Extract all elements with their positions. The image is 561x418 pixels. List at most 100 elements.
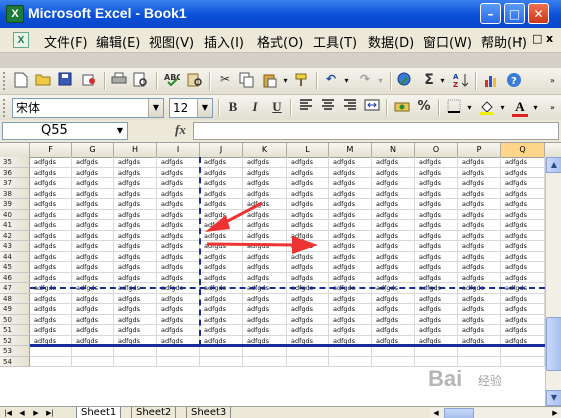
cell-g37[interactable]: adfgds xyxy=(72,178,114,189)
cell-l42[interactable]: adfgds xyxy=(287,230,329,241)
cell-l38[interactable]: adfgds xyxy=(287,188,329,199)
vertical-scrollbar[interactable]: ▲ ▼ xyxy=(545,157,561,406)
excel-icon[interactable]: X xyxy=(6,5,24,23)
cell-i43[interactable]: adfgds xyxy=(157,241,200,252)
cell-i41[interactable]: adfgds xyxy=(157,220,200,231)
open-icon[interactable] xyxy=(34,72,52,90)
cell-f38[interactable]: adfgds xyxy=(30,188,72,199)
cell-i35[interactable]: adfgds xyxy=(157,157,200,168)
cell-h37[interactable]: adfgds xyxy=(114,178,157,189)
scroll-up-icon[interactable]: ▲ xyxy=(546,157,561,173)
cell-g48[interactable]: adfgds xyxy=(72,293,114,304)
cell-p42[interactable]: adfgds xyxy=(458,230,501,241)
cell-l49[interactable]: adfgds xyxy=(287,304,329,315)
cell-l44[interactable]: adfgds xyxy=(287,251,329,262)
undo-icon[interactable]: ↶ xyxy=(322,72,340,90)
cell-j50[interactable]: adfgds xyxy=(200,314,243,325)
cell-j48[interactable]: adfgds xyxy=(200,293,243,304)
font-size-combo[interactable]: 12 ▼ xyxy=(169,98,213,118)
sheet-tab-3[interactable]: Sheet3 xyxy=(186,407,232,418)
vertical-scroll-thumb[interactable] xyxy=(546,317,561,371)
horizontal-scrollbar[interactable]: ◀ ▶ xyxy=(430,408,561,418)
cell-m43[interactable]: adfgds xyxy=(329,241,372,252)
cell-h48[interactable]: adfgds xyxy=(114,293,157,304)
cell-j39[interactable]: adfgds xyxy=(200,199,243,210)
cell-g46[interactable]: adfgds xyxy=(72,272,114,283)
undo-dropdown-icon[interactable]: ▾ xyxy=(342,72,351,90)
cell-h39[interactable]: adfgds xyxy=(114,199,157,210)
cell-g41[interactable]: adfgds xyxy=(72,220,114,231)
first-sheet-icon[interactable]: |◀ xyxy=(2,407,14,418)
cell-n42[interactable]: adfgds xyxy=(372,230,415,241)
cell-m41[interactable]: adfgds xyxy=(329,220,372,231)
cell-n44[interactable]: adfgds xyxy=(372,251,415,262)
column-header-i[interactable]: I xyxy=(157,143,200,157)
cell-n40[interactable]: adfgds xyxy=(372,209,415,220)
cell-g40[interactable]: adfgds xyxy=(72,209,114,220)
cell-k48[interactable]: adfgds xyxy=(243,293,287,304)
cell-g51[interactable]: adfgds xyxy=(72,325,114,336)
toolbar-grip[interactable] xyxy=(3,72,8,90)
toolbar-options-icon[interactable]: » xyxy=(548,72,557,90)
cell-o51[interactable]: adfgds xyxy=(415,325,458,336)
cell-o50[interactable]: adfgds xyxy=(415,314,458,325)
cell-m45[interactable]: adfgds xyxy=(329,262,372,273)
row-header-44[interactable]: 44 xyxy=(0,251,30,262)
cell-j43[interactable]: adfgds xyxy=(200,241,243,252)
cell-i42[interactable]: adfgds xyxy=(157,230,200,241)
cell-i48[interactable]: adfgds xyxy=(157,293,200,304)
cell-h40[interactable]: adfgds xyxy=(114,209,157,220)
cell-n46[interactable]: adfgds xyxy=(372,272,415,283)
row-header-39[interactable]: 39 xyxy=(0,199,30,210)
cell-q35[interactable]: adfgds xyxy=(501,157,545,168)
scroll-right-icon[interactable]: ▶ xyxy=(549,407,561,418)
cell-o43[interactable]: adfgds xyxy=(415,241,458,252)
row-header-50[interactable]: 50 xyxy=(0,314,30,325)
column-header-m[interactable]: M xyxy=(329,143,372,157)
cell-p37[interactable]: adfgds xyxy=(458,178,501,189)
toolbar-options-icon[interactable]: » xyxy=(548,99,557,117)
doc-minimize-button[interactable]: - xyxy=(518,32,523,45)
cell-k42[interactable]: adfgds xyxy=(243,230,287,241)
cell-i40[interactable]: adfgds xyxy=(157,209,200,220)
cell-f35[interactable]: adfgds xyxy=(30,157,72,168)
underline-button[interactable]: U xyxy=(268,99,286,117)
cell-f51[interactable]: adfgds xyxy=(30,325,72,336)
autosum-dropdown-icon[interactable]: ▾ xyxy=(438,72,447,90)
cell-k46[interactable]: adfgds xyxy=(243,272,287,283)
cell-p35[interactable]: adfgds xyxy=(458,157,501,168)
cell-k44[interactable]: adfgds xyxy=(243,251,287,262)
cell-l40[interactable]: adfgds xyxy=(287,209,329,220)
row-header-53[interactable]: 53 xyxy=(0,346,30,357)
cell-g49[interactable]: adfgds xyxy=(72,304,114,315)
cell-j38[interactable]: adfgds xyxy=(200,188,243,199)
cell-h44[interactable]: adfgds xyxy=(114,251,157,262)
last-sheet-icon[interactable]: ▶| xyxy=(44,407,56,418)
cell-m54[interactable] xyxy=(329,356,372,367)
cell-o48[interactable]: adfgds xyxy=(415,293,458,304)
cell-j46[interactable]: adfgds xyxy=(200,272,243,283)
cell-h50[interactable]: adfgds xyxy=(114,314,157,325)
cell-o39[interactable]: adfgds xyxy=(415,199,458,210)
cell-f48[interactable]: adfgds xyxy=(30,293,72,304)
scroll-down-icon[interactable]: ▼ xyxy=(546,390,561,406)
cell-h51[interactable]: adfgds xyxy=(114,325,157,336)
cell-g44[interactable]: adfgds xyxy=(72,251,114,262)
cell-o45[interactable]: adfgds xyxy=(415,262,458,273)
cell-i53[interactable] xyxy=(157,346,200,357)
chart-wizard-icon[interactable] xyxy=(482,72,500,90)
cell-m53[interactable] xyxy=(329,346,372,357)
cell-l36[interactable]: adfgds xyxy=(287,167,329,178)
column-header-g[interactable]: G xyxy=(72,143,114,157)
horizontal-scroll-thumb[interactable] xyxy=(444,408,474,418)
row-header-46[interactable]: 46 xyxy=(0,272,30,283)
cell-o38[interactable]: adfgds xyxy=(415,188,458,199)
cell-f42[interactable]: adfgds xyxy=(30,230,72,241)
cell-l39[interactable]: adfgds xyxy=(287,199,329,210)
cell-j51[interactable]: adfgds xyxy=(200,325,243,336)
cell-j40[interactable]: adfgds xyxy=(200,209,243,220)
cell-g39[interactable]: adfgds xyxy=(72,199,114,210)
cell-m44[interactable]: adfgds xyxy=(329,251,372,262)
cell-o37[interactable]: adfgds xyxy=(415,178,458,189)
cell-n48[interactable]: adfgds xyxy=(372,293,415,304)
